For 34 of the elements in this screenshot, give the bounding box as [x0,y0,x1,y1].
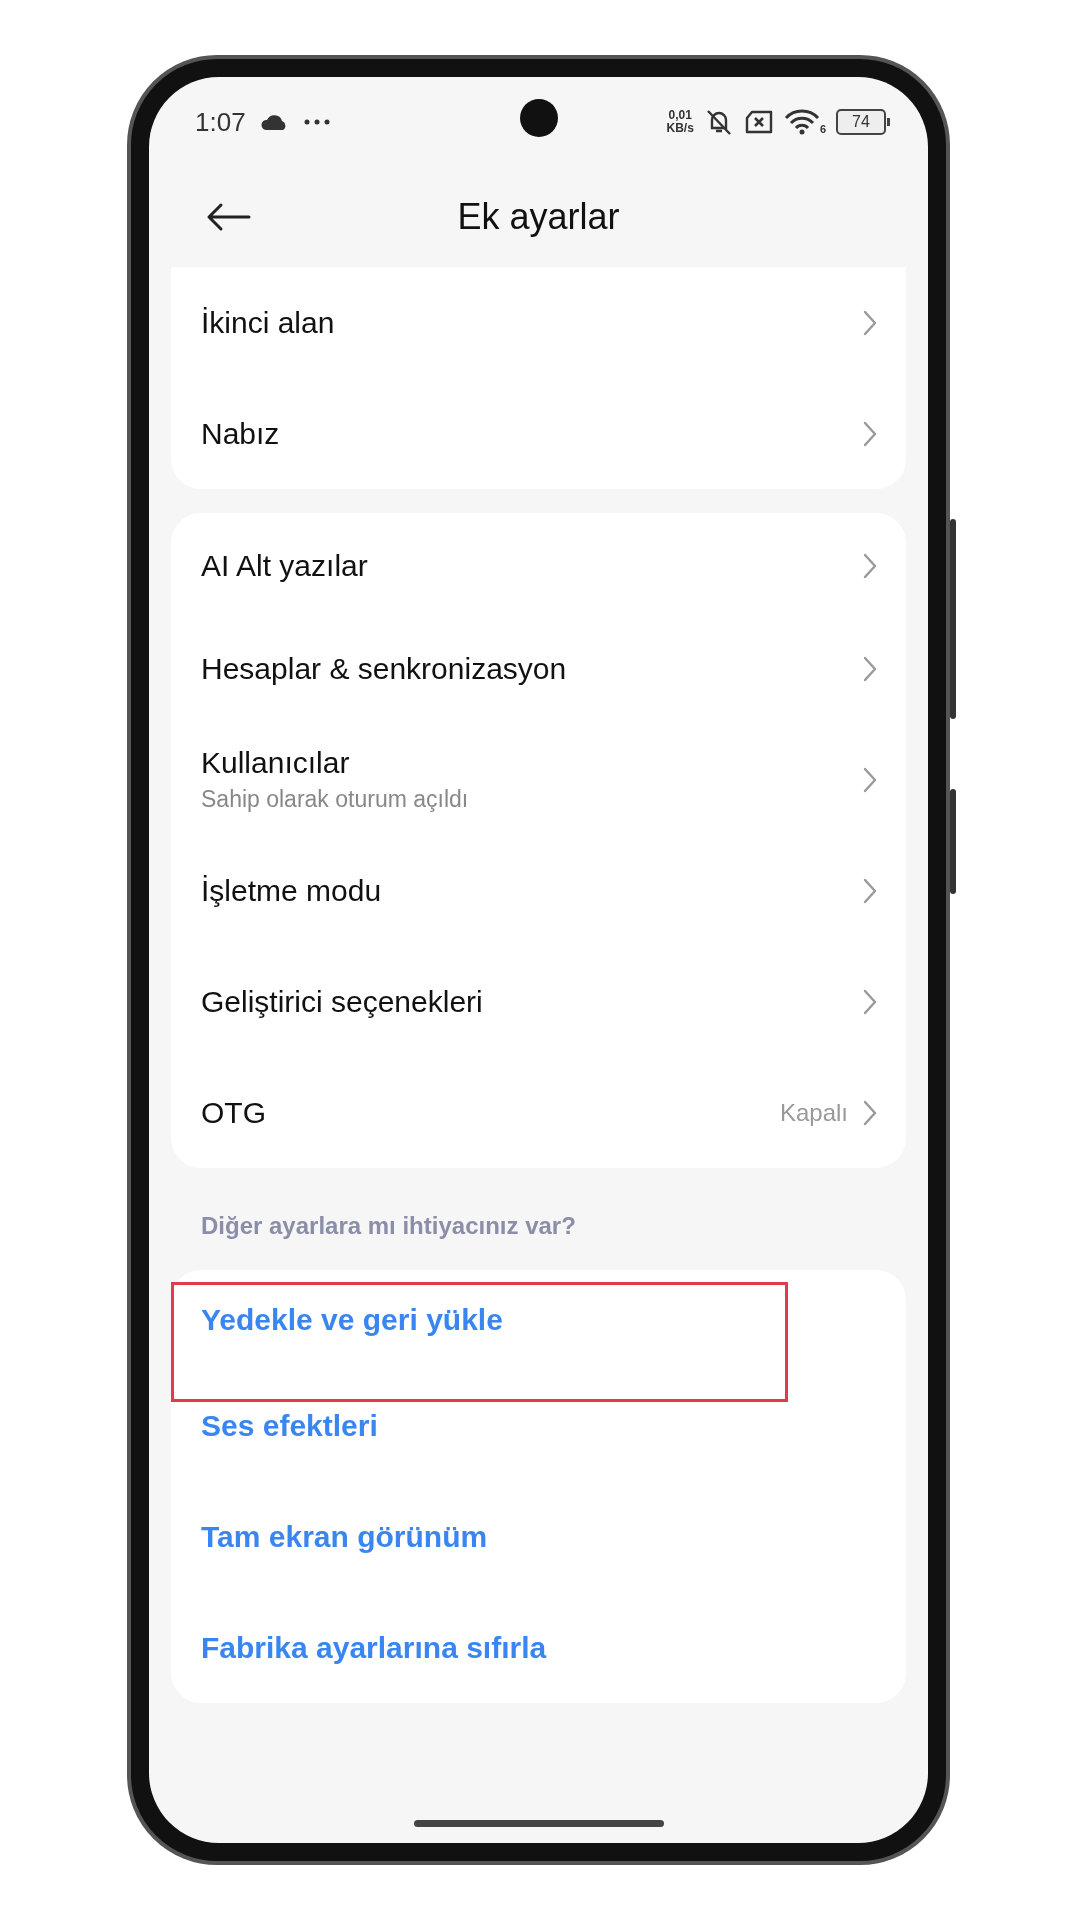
section-heading: Diğer ayarlara mı ihtiyacınız var? [200,1211,577,1241]
settings-item[interactable]: Nabız [171,378,906,489]
more-icon [303,119,330,125]
settings-item[interactable]: Hesaplar & senkronizasyon [171,613,906,724]
settings-item[interactable]: OTG Kapalı [171,1057,906,1168]
chevron-icon [862,419,878,448]
page-title: Ek ayarlar [457,196,620,238]
speed-value: 0,01 [668,109,692,122]
settings-link[interactable]: Fabrika ayarlarına sıfırla [201,1630,547,1665]
chevron-icon [862,765,878,794]
chevron-icon [862,987,878,1016]
side-button[interactable] [950,519,956,719]
wifi-icon [783,109,820,135]
chevron-icon [862,552,878,580]
chevron-icon [862,1098,878,1127]
settings-link[interactable]: Tam ekran görünüm [201,1519,488,1554]
settings-item[interactable]: İşletme modu [171,835,906,946]
settings-item[interactable]: Kullanıcılar Sahip olarak oturum açıldı [171,724,906,835]
chevron-icon [862,654,878,683]
back-arrow-icon[interactable] [205,202,251,232]
settings-link[interactable]: Ses efektleri [201,1408,378,1443]
sim-off-icon [743,110,774,134]
speed-unit: KB/s [666,122,694,135]
settings-item[interactable]: Geliştirici seçenekleri [171,946,906,1057]
settings-link[interactable]: Yedekle ve geri yükle [201,1303,503,1337]
home-indicator[interactable] [413,1820,664,1827]
status-time: 1:07 [195,106,246,138]
settings-item[interactable]: AI Alt yazılar [171,513,906,613]
chevron-icon [862,876,878,905]
camera-icon [519,99,558,137]
side-button[interactable] [950,789,956,894]
settings-item[interactable]: İkinci alan [171,267,906,378]
wifi-label: 6 [819,123,826,135]
chevron-icon [862,308,878,337]
